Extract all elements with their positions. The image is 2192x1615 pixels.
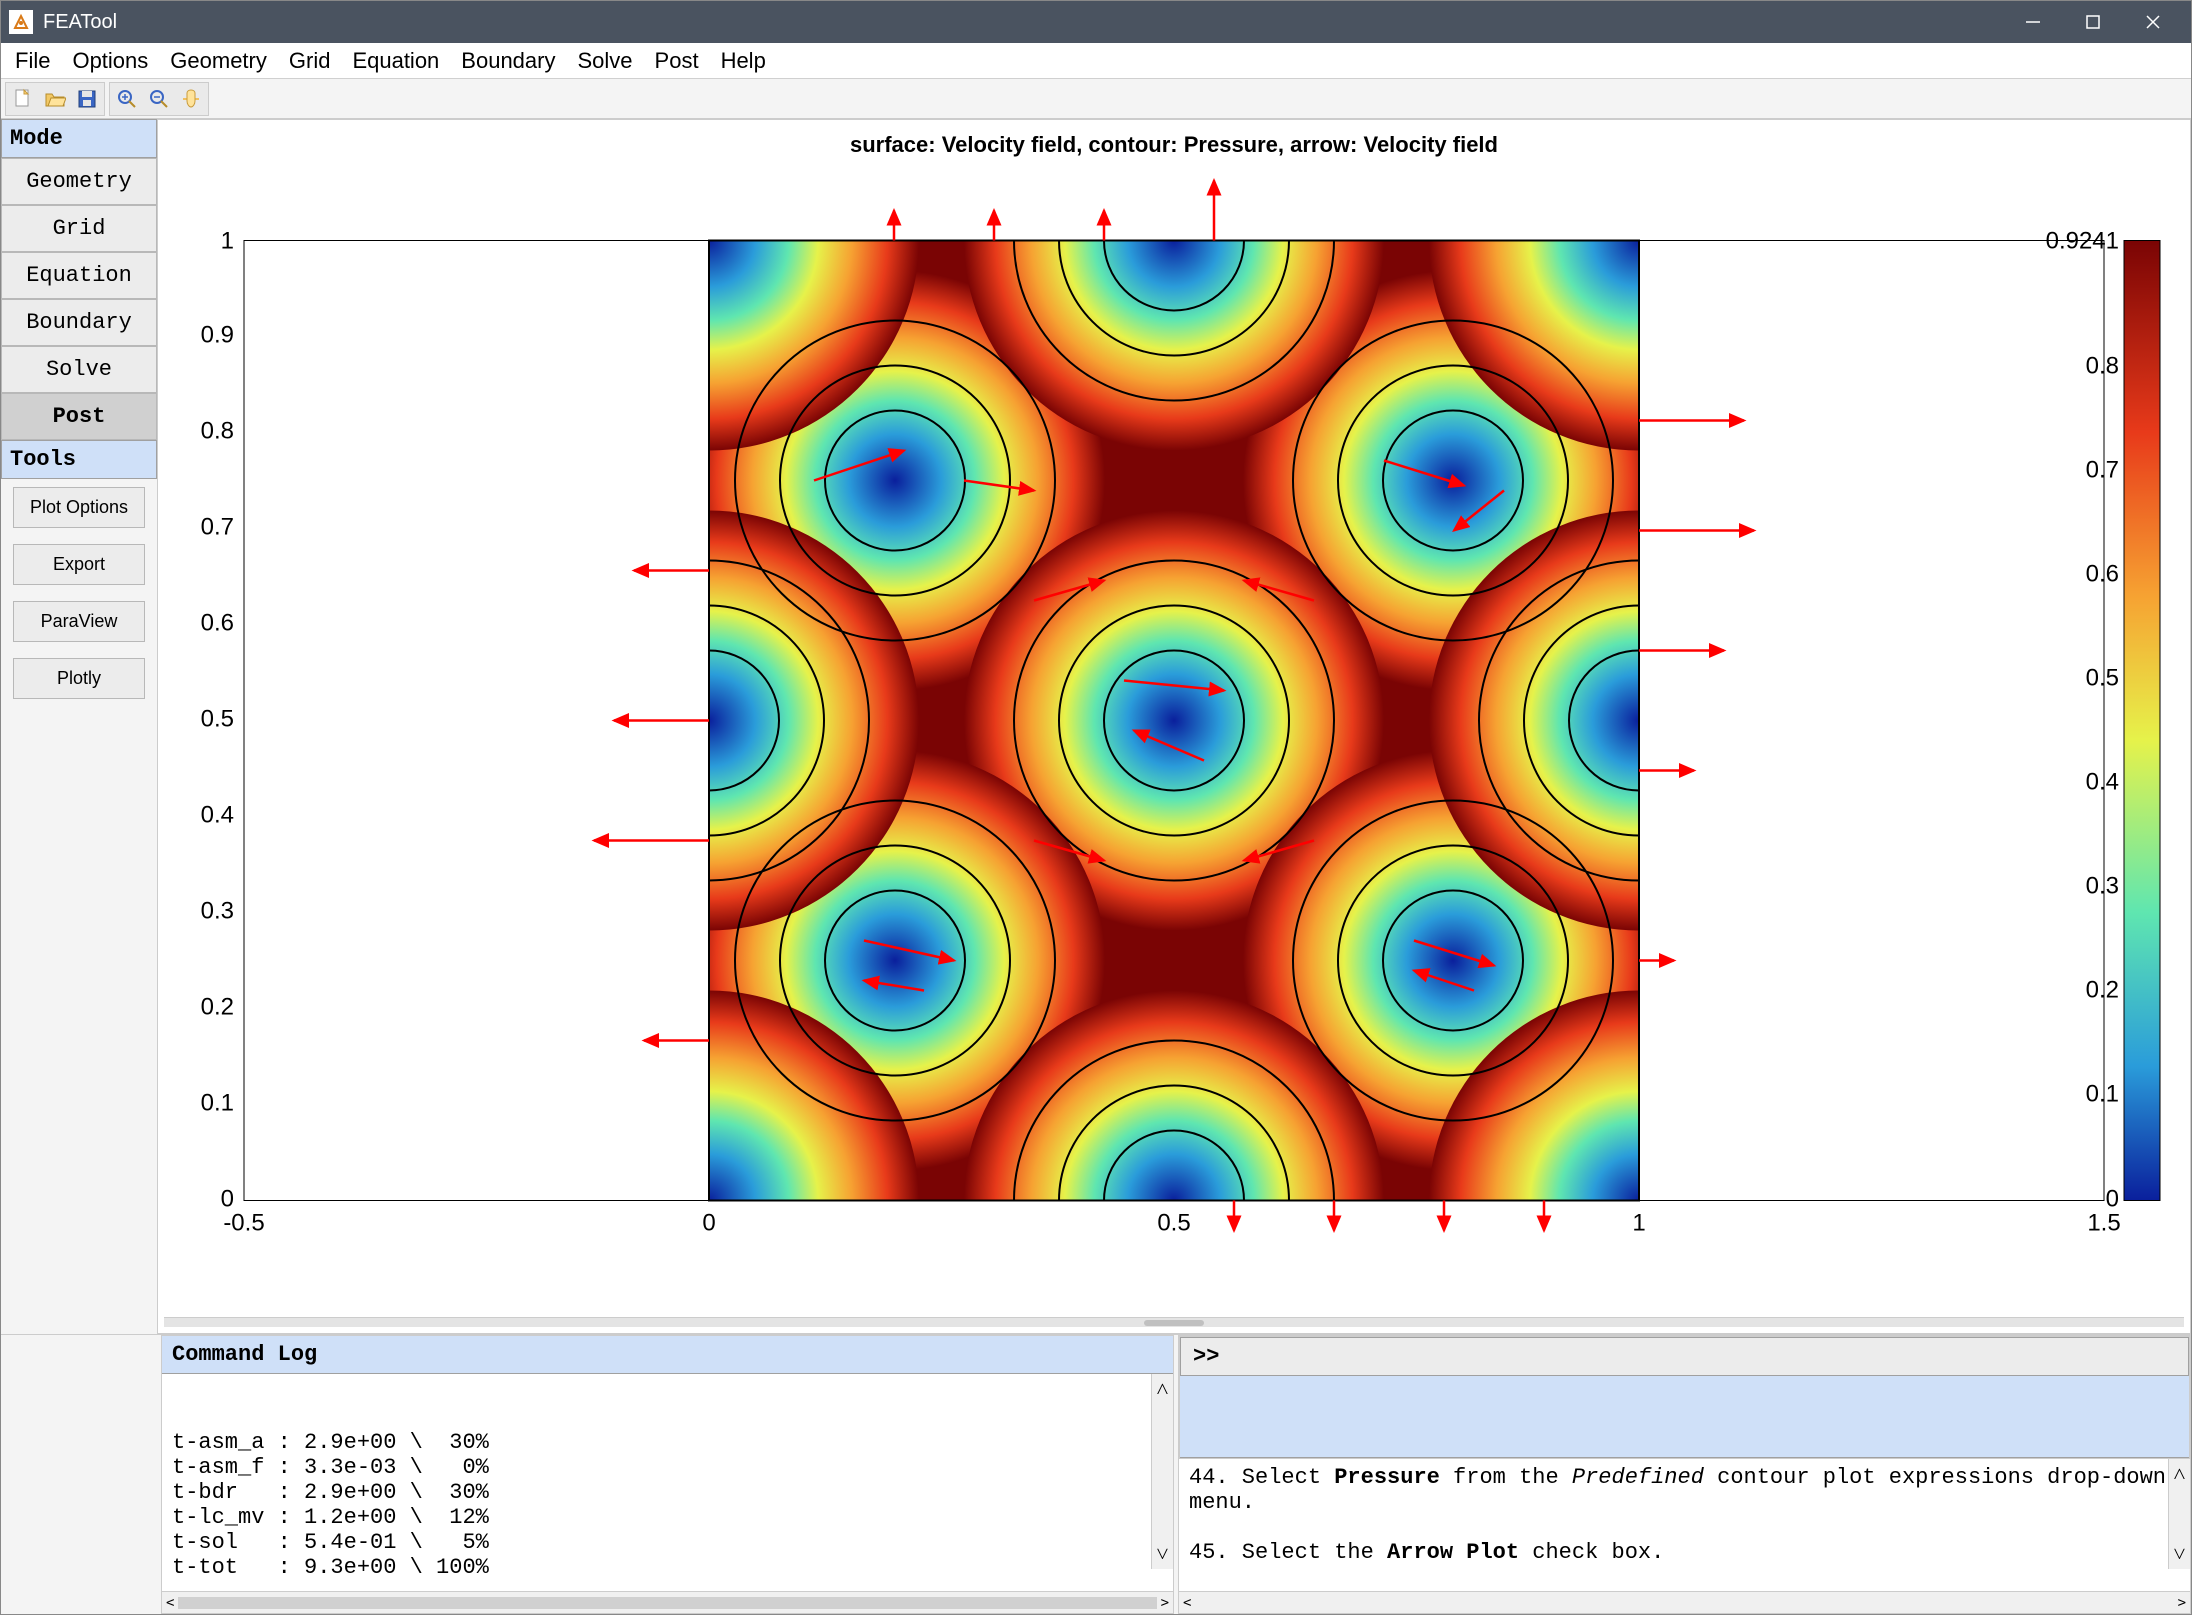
open-icon[interactable] [42,86,68,112]
sidebar-item-grid[interactable]: Grid [1,205,157,252]
zoom-in-icon[interactable] [114,86,140,112]
pan-icon[interactable] [178,86,204,112]
svg-text:0.3: 0.3 [2086,873,2119,900]
svg-text:0.1: 0.1 [2086,1081,2119,1108]
help-text: 44. Select Pressure from the Predefined … [1189,1465,2180,1592]
svg-text:1: 1 [1632,1210,1645,1237]
help-pane: >> 44. Select Pressure from the Predefin… [1178,1335,2191,1614]
menu-grid[interactable]: Grid [281,44,339,78]
svg-text:0.2: 0.2 [2086,977,2119,1004]
menubar: File Options Geometry Grid Equation Boun… [1,43,2191,79]
command-log-header: Command Log [162,1336,1173,1374]
sidebar-tool-plot-options[interactable]: Plot Options [13,487,145,528]
menu-options[interactable]: Options [64,44,156,78]
titlebar: FEATool [1,1,2191,43]
menu-geometry[interactable]: Geometry [162,44,275,78]
sidebar-tool-paraview[interactable]: ParaView [13,601,145,642]
log-scrollbar-vertical[interactable]: ˄˅ [1151,1374,1173,1569]
app-icon [9,10,33,34]
help-scrollbar-horizontal[interactable]: <> [1179,1591,2190,1613]
svg-text:0.5: 0.5 [201,706,234,733]
sidebar-tool-export[interactable]: Export [13,544,145,585]
command-log-text: t-asm_a : 2.9e+00 \ 30% t-asm_f : 3.3e-0… [172,1430,1163,1591]
command-prompt[interactable]: >> [1180,1337,2189,1376]
menu-equation[interactable]: Equation [344,44,447,78]
plot-canvas[interactable]: 0 0.1 0.2 0.3 0.4 0.5 0.6 0.7 0.8 0.9 1 [164,164,2184,1317]
menu-solve[interactable]: Solve [569,44,640,78]
sidebar-item-geometry[interactable]: Geometry [1,158,157,205]
svg-text:0.7: 0.7 [2086,457,2119,484]
svg-text:0.6: 0.6 [2086,561,2119,588]
sidebar-item-boundary[interactable]: Boundary [1,299,157,346]
svg-text:0.1: 0.1 [201,1090,234,1117]
menu-boundary[interactable]: Boundary [453,44,563,78]
close-button[interactable] [2137,8,2169,36]
log-scrollbar-horizontal[interactable]: <> [162,1591,1173,1613]
svg-text:0.7: 0.7 [201,514,234,541]
svg-text:0: 0 [702,1210,715,1237]
svg-text:0: 0 [221,1186,234,1213]
svg-text:0.8: 0.8 [2086,353,2119,380]
window-title: FEATool [43,11,2017,34]
svg-text:0: 0 [2106,1186,2119,1213]
save-icon[interactable] [74,86,100,112]
svg-text:0.8: 0.8 [201,418,234,445]
svg-text:-0.5: -0.5 [223,1210,264,1237]
plot-area: surface: Velocity field, contour: Pressu… [157,119,2191,1334]
help-body[interactable]: 44. Select Pressure from the Predefined … [1179,1459,2190,1592]
sidebar-item-post[interactable]: Post [1,393,157,440]
zoom-out-icon[interactable] [146,86,172,112]
svg-text:1: 1 [221,228,234,255]
svg-text:0.4: 0.4 [2086,769,2119,796]
splitter-horizontal[interactable] [164,1317,2184,1327]
svg-text:0.9241: 0.9241 [2046,228,2119,255]
plot-title: surface: Velocity field, contour: Pressu… [164,126,2184,164]
svg-text:0.9: 0.9 [201,322,234,349]
command-log-pane: Command Log t-asm_a : 2.9e+00 \ 30% t-as… [161,1335,1174,1614]
sidebar-item-equation[interactable]: Equation [1,252,157,299]
sidebar-mode-header: Mode [1,119,157,158]
svg-text:0.5: 0.5 [2086,665,2119,692]
svg-text:0.4: 0.4 [201,802,234,829]
command-log-body[interactable]: t-asm_a : 2.9e+00 \ 30% t-asm_f : 3.3e-0… [162,1374,1173,1591]
sidebar-tools-header: Tools [1,440,157,479]
maximize-button[interactable] [2077,8,2109,36]
sidebar-tool-plotly[interactable]: Plotly [13,658,145,699]
svg-text:1.5: 1.5 [2087,1210,2120,1237]
minimize-button[interactable] [2017,8,2049,36]
svg-text:0.2: 0.2 [201,994,234,1021]
svg-text:0.3: 0.3 [201,898,234,925]
new-icon[interactable] [10,86,36,112]
menu-help[interactable]: Help [713,44,774,78]
menu-file[interactable]: File [7,44,58,78]
sidebar-item-solve[interactable]: Solve [1,346,157,393]
svg-text:0.6: 0.6 [201,610,234,637]
help-scrollbar-vertical[interactable]: ˄˅ [2168,1459,2190,1570]
svg-text:0.5: 0.5 [1157,1210,1190,1237]
toolbar [1,79,2191,119]
sidebar: Mode Geometry Grid Equation Boundary Sol… [1,119,157,1334]
menu-post[interactable]: Post [647,44,707,78]
